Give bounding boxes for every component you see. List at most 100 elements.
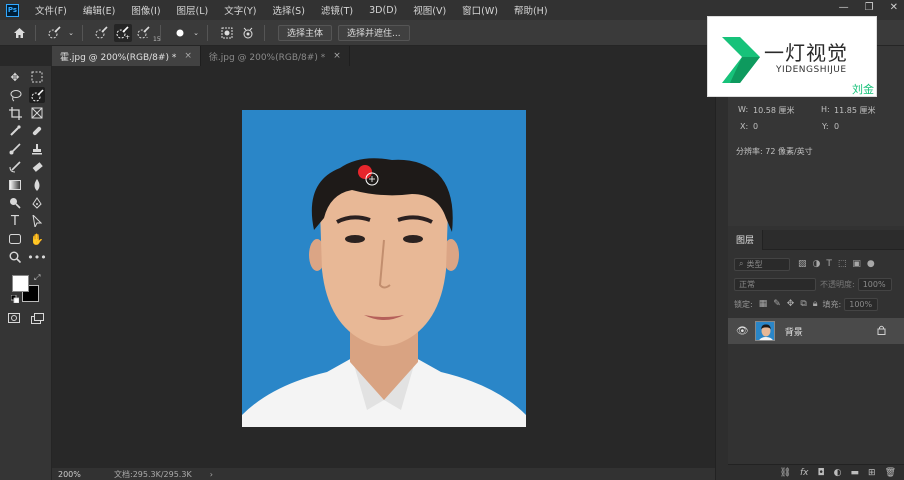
enhance-edge-icon[interactable] (239, 24, 257, 42)
history-brush-tool-icon[interactable] (7, 159, 23, 175)
home-icon[interactable] (10, 24, 28, 42)
menu-edit[interactable]: 编辑(E) (75, 3, 123, 17)
menu-type[interactable]: 文字(Y) (216, 3, 264, 17)
healing-brush-tool-icon[interactable] (29, 123, 45, 139)
menu-3d[interactable]: 3D(D) (361, 5, 405, 16)
canvas-area[interactable] (52, 66, 715, 468)
select-subject-button[interactable]: 选择主体 (278, 24, 333, 41)
lock-image-icon[interactable]: ✎ (773, 299, 781, 309)
menu-image[interactable]: 图像(I) (123, 3, 168, 17)
chevron-down-icon[interactable]: ⌄ (192, 24, 200, 42)
y-value[interactable]: 0 (834, 122, 839, 131)
tab-document-2[interactable]: 徐.jpg @ 200%(RGB/8#) * × (201, 46, 350, 66)
default-colors-icon[interactable] (10, 294, 20, 306)
eraser-tool-icon[interactable] (29, 159, 45, 175)
foreground-color-swatch[interactable] (12, 275, 29, 292)
new-group-icon[interactable]: ▬ (851, 468, 860, 478)
separator (82, 24, 83, 41)
width-value[interactable]: 10.58 厘米 (753, 105, 794, 116)
clone-stamp-tool-icon[interactable] (29, 141, 45, 157)
move-tool-icon[interactable]: ✥ (7, 69, 23, 85)
menu-view[interactable]: 视图(V) (405, 3, 454, 17)
height-value[interactable]: 11.85 厘米 (834, 105, 875, 116)
filter-kind-label: 类型 (746, 259, 763, 269)
delete-layer-icon[interactable]: 🗑︎ (885, 468, 896, 478)
lasso-tool-icon[interactable] (7, 87, 23, 103)
quick-mask-icon[interactable] (6, 310, 22, 326)
shape-filter-icon[interactable]: ⬚ (838, 259, 847, 269)
crop-tool-icon[interactable] (7, 105, 23, 121)
path-selection-tool-icon[interactable] (29, 213, 45, 229)
minimize-button[interactable]: — (839, 2, 849, 13)
eyedropper-tool-icon[interactable] (7, 123, 23, 139)
filter-toggle-icon[interactable]: ● (867, 259, 875, 269)
chevron-down-icon[interactable]: ⌄ (67, 24, 75, 42)
close-icon[interactable]: × (184, 51, 192, 61)
opacity-value: 100% (862, 279, 886, 289)
layer-style-icon[interactable]: fx (800, 468, 809, 478)
marquee-tool-icon[interactable] (29, 69, 45, 85)
hand-tool-icon[interactable]: ✋ (29, 231, 45, 247)
sample-all-layers-icon[interactable] (218, 24, 236, 42)
close-button[interactable]: ✕ (890, 2, 898, 13)
swap-colors-icon[interactable]: ⤢ (34, 273, 40, 283)
link-layers-icon[interactable]: ⛓︎ (780, 468, 791, 478)
x-value[interactable]: 0 (753, 122, 758, 131)
quick-selection-tool-icon[interactable] (46, 24, 64, 42)
status-menu-arrow[interactable]: › (210, 470, 213, 479)
brand-subtitle: YIDENGSHIJUE (776, 65, 847, 75)
blend-mode-select[interactable]: 正常 (734, 277, 816, 291)
menu-select[interactable]: 选择(S) (264, 3, 312, 17)
tab-document-1[interactable]: 霍.jpg @ 200%(RGB/8#) * × (52, 46, 201, 66)
zoom-level[interactable]: 200% (58, 470, 98, 479)
layer-name[interactable]: 背景 (785, 325, 803, 338)
add-mask-icon[interactable]: ◘ (818, 468, 825, 478)
eye-visibility-icon[interactable]: 👁︎ (736, 326, 749, 337)
brush-size-icon[interactable] (171, 24, 189, 42)
smart-object-filter-icon[interactable]: ▣ (852, 259, 861, 269)
more-tools-icon[interactable]: ••• (27, 249, 46, 265)
opacity-input[interactable]: 100% (857, 277, 892, 291)
type-filter-icon[interactable]: T (826, 259, 832, 269)
filter-kind-select[interactable]: ⌕ 类型 (734, 257, 790, 271)
menu-layer[interactable]: 图层(L) (169, 3, 217, 17)
menu-help[interactable]: 帮助(H) (506, 3, 556, 17)
zoom-tool-icon[interactable] (7, 249, 23, 265)
fill-input[interactable]: 100% (844, 297, 879, 311)
svg-text:+: + (125, 34, 130, 40)
close-icon[interactable]: × (333, 51, 341, 61)
menu-file[interactable]: 文件(F) (27, 3, 75, 17)
layer-row-background[interactable]: 👁︎ 背景 (728, 318, 904, 344)
add-to-selection-icon[interactable]: + (114, 23, 132, 42)
tab-layers[interactable]: 图层 (728, 229, 764, 250)
menu-filter[interactable]: 滤镜(T) (313, 3, 361, 17)
lock-position-icon[interactable]: ✥ (787, 299, 795, 309)
frame-tool-icon[interactable] (29, 105, 45, 121)
select-and-mask-button[interactable]: 选择并遮住... (338, 24, 410, 41)
pen-tool-icon[interactable] (29, 195, 45, 211)
new-selection-icon[interactable] (93, 24, 111, 42)
subtract-from-selection-icon[interactable]: - (135, 24, 153, 42)
restore-button[interactable]: ❐ (865, 2, 874, 13)
blur-tool-icon[interactable] (29, 177, 45, 193)
adjustment-layer-icon[interactable]: ◐ (834, 468, 842, 478)
pixel-filter-icon[interactable]: ▨ (798, 259, 807, 269)
quick-selection-tool-icon[interactable] (29, 87, 45, 103)
type-tool-icon[interactable]: T (7, 213, 23, 229)
layers-panel-header: 图层 (728, 229, 904, 250)
lock-artboard-icon[interactable]: ⧉ (800, 299, 806, 309)
document-size: 文档:295.3K/295.3K (114, 469, 192, 479)
rectangle-tool-icon[interactable] (7, 231, 23, 247)
menu-window[interactable]: 窗口(W) (454, 3, 506, 17)
new-layer-icon[interactable]: ⊞ (868, 468, 876, 478)
portrait-photo[interactable] (242, 110, 526, 427)
dodge-tool-icon[interactable] (7, 195, 23, 211)
brush-tool-icon[interactable] (7, 141, 23, 157)
adjustment-filter-icon[interactable]: ◑ (813, 259, 821, 269)
gradient-tool-icon[interactable] (7, 177, 23, 193)
lock-all-icon[interactable]: 🔒︎ (813, 299, 818, 309)
svg-text:-: - (146, 34, 148, 40)
screen-mode-icon[interactable] (29, 310, 45, 326)
lock-transparent-icon[interactable]: ▦ (759, 299, 768, 309)
vertical-scrollbar[interactable] (715, 46, 728, 480)
